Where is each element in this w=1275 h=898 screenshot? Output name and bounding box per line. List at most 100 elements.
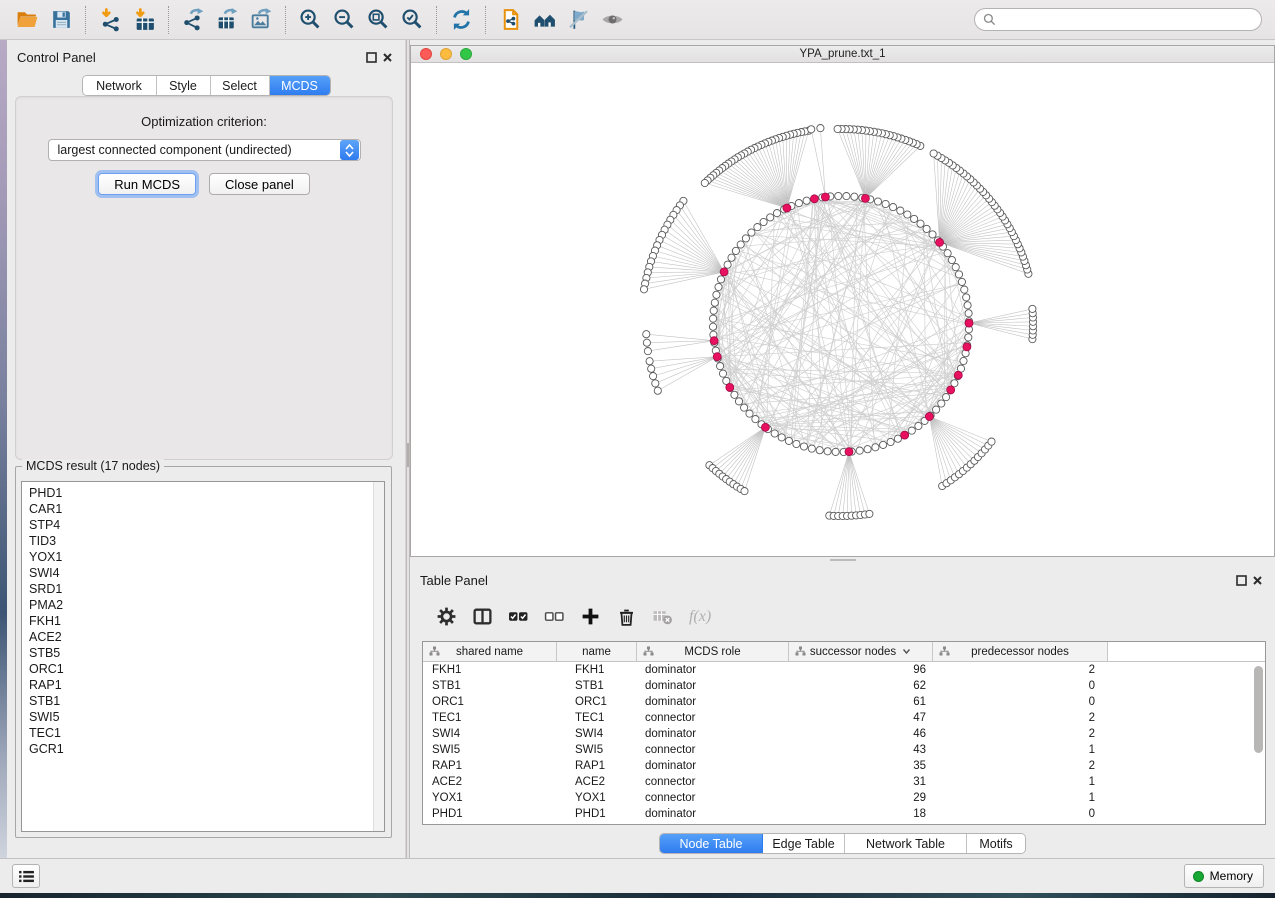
tab-network[interactable]: Network xyxy=(83,76,157,95)
refresh-button[interactable] xyxy=(444,4,478,36)
folder-open-button[interactable] xyxy=(10,4,44,36)
cell: 2 xyxy=(933,760,1108,772)
eye-button[interactable] xyxy=(595,4,629,36)
refresh-icon xyxy=(449,7,474,32)
mcds-list-scrollbar[interactable] xyxy=(373,482,384,831)
houses-button[interactable] xyxy=(527,4,561,36)
panel-menu-button[interactable] xyxy=(12,864,40,888)
cell: PHD1 xyxy=(557,808,637,820)
column-label: MCDS role xyxy=(684,646,740,658)
table-row[interactable]: FKH1FKH1dominator962 xyxy=(423,662,1265,678)
mcds-result-item[interactable]: TID3 xyxy=(29,533,373,549)
mcds-result-item[interactable]: SWI5 xyxy=(29,709,373,725)
tab-style[interactable]: Style xyxy=(157,76,211,95)
flag-slash-button[interactable] xyxy=(561,4,595,36)
table-tab-edge-table[interactable]: Edge Table xyxy=(763,834,845,853)
mcds-result-item[interactable]: FKH1 xyxy=(29,613,373,629)
splitter-grip-h[interactable] xyxy=(830,559,856,561)
column-header-name[interactable]: name xyxy=(557,642,637,661)
table-export-button[interactable] xyxy=(210,4,244,36)
zoom-fit-button[interactable] xyxy=(361,4,395,36)
search-input[interactable] xyxy=(1001,13,1253,27)
tab-mcds[interactable]: MCDS xyxy=(270,76,330,95)
add-plus-button[interactable] xyxy=(580,606,601,627)
mcds-result-item[interactable]: ORC1 xyxy=(29,661,373,677)
table-row[interactable]: PHD1PHD1dominator180 xyxy=(423,806,1265,822)
mcds-result-item[interactable]: PMA2 xyxy=(29,597,373,613)
mcds-result-item[interactable]: PHD1 xyxy=(29,485,373,501)
column-header-successor-nodes[interactable]: successor nodes xyxy=(789,642,933,661)
mcds-result-item[interactable]: YOX1 xyxy=(29,549,373,565)
toolbar-separator xyxy=(168,6,169,34)
network-edges xyxy=(716,199,966,449)
doc-share-icon xyxy=(498,7,523,32)
table-row[interactable]: YOX1YOX1connector291 xyxy=(423,790,1265,806)
doc-share-button[interactable] xyxy=(493,4,527,36)
network-view-canvas[interactable] xyxy=(411,63,1274,556)
table-tab-motifs[interactable]: Motifs xyxy=(967,834,1025,853)
table-row[interactable]: RAP1RAP1dominator352 xyxy=(423,758,1265,774)
mcds-result-item[interactable]: CAR1 xyxy=(29,501,373,517)
column-label: successor nodes xyxy=(810,646,896,658)
table-row[interactable]: ACE2ACE2connector311 xyxy=(423,774,1265,790)
zoom-selected-icon xyxy=(400,7,425,32)
search-box[interactable] xyxy=(974,8,1262,31)
table-row[interactable]: SWI4SWI4dominator462 xyxy=(423,726,1265,742)
save-button[interactable] xyxy=(44,4,78,36)
cell: 0 xyxy=(933,808,1108,820)
table-scrollbar-thumb[interactable] xyxy=(1254,666,1263,753)
mcds-result-item[interactable]: GCR1 xyxy=(29,741,373,757)
mcds-result-item[interactable]: STB5 xyxy=(29,645,373,661)
mcds-result-item[interactable]: STB1 xyxy=(29,693,373,709)
close-panel-button[interactable]: Close panel xyxy=(209,173,310,195)
gear-button[interactable] xyxy=(436,606,457,627)
table-tab-node-table[interactable]: Node Table xyxy=(660,834,763,853)
optimization-criterion-select[interactable]: largest connected component (undirected) xyxy=(48,139,361,161)
mcds-result-item[interactable]: RAP1 xyxy=(29,677,373,693)
splitter-grip[interactable] xyxy=(407,443,409,467)
column-header-MCDS-role[interactable]: MCDS role xyxy=(637,642,789,661)
mcds-result-item[interactable]: TEC1 xyxy=(29,725,373,741)
houses-icon xyxy=(532,7,557,32)
cell: connector xyxy=(637,712,789,724)
table-row[interactable]: ORC1ORC1dominator610 xyxy=(423,694,1265,710)
table-export-icon xyxy=(215,7,240,32)
mcds-result-item[interactable]: ACE2 xyxy=(29,629,373,645)
table-tab-network-table[interactable]: Network Table xyxy=(845,834,967,853)
mcds-result-item[interactable]: SRD1 xyxy=(29,581,373,597)
tab-select[interactable]: Select xyxy=(211,76,270,95)
mcds-result-item[interactable]: STP4 xyxy=(29,517,373,533)
net-import-button[interactable] xyxy=(93,4,127,36)
cell: RAP1 xyxy=(423,760,557,772)
table-import-icon xyxy=(132,7,157,32)
memory-button[interactable]: Memory xyxy=(1184,864,1264,888)
column-header-predecessor-nodes[interactable]: predecessor nodes xyxy=(933,642,1108,661)
table-row[interactable]: SWI5SWI5connector431 xyxy=(423,742,1265,758)
toolbar-separator xyxy=(485,6,486,34)
net-export-button[interactable] xyxy=(176,4,210,36)
select-none-button[interactable] xyxy=(544,606,565,627)
float-panel-icon[interactable] xyxy=(363,49,379,65)
mcds-result-list[interactable]: PHD1CAR1STP4TID3YOX1SWI4SRD1PMA2FKH1ACE2… xyxy=(22,482,373,831)
zoom-selected-button[interactable] xyxy=(395,4,429,36)
close-table-panel-icon[interactable] xyxy=(1249,572,1265,588)
select-all-checked-button[interactable] xyxy=(508,606,529,627)
table-row[interactable]: STB1STB1dominator620 xyxy=(423,678,1265,694)
function-fx-icon: f(x) xyxy=(688,606,720,627)
trash-button[interactable] xyxy=(616,606,637,627)
column-header-shared-name[interactable]: shared name xyxy=(423,642,557,661)
table-panel-title: Table Panel xyxy=(420,573,488,588)
table-import-button[interactable] xyxy=(127,4,161,36)
close-panel-icon[interactable] xyxy=(379,49,395,65)
split-columns-button[interactable] xyxy=(472,606,493,627)
cell: 96 xyxy=(789,664,933,676)
float-table-panel-icon[interactable] xyxy=(1233,572,1249,588)
table-row[interactable]: TEC1TEC1connector472 xyxy=(423,710,1265,726)
zoom-in-button[interactable] xyxy=(293,4,327,36)
image-export-button[interactable] xyxy=(244,4,278,36)
cell: TEC1 xyxy=(423,712,557,724)
mcds-result-item[interactable]: SWI4 xyxy=(29,565,373,581)
run-mcds-button[interactable]: Run MCDS xyxy=(98,173,196,195)
cell: 61 xyxy=(789,696,933,708)
zoom-out-button[interactable] xyxy=(327,4,361,36)
